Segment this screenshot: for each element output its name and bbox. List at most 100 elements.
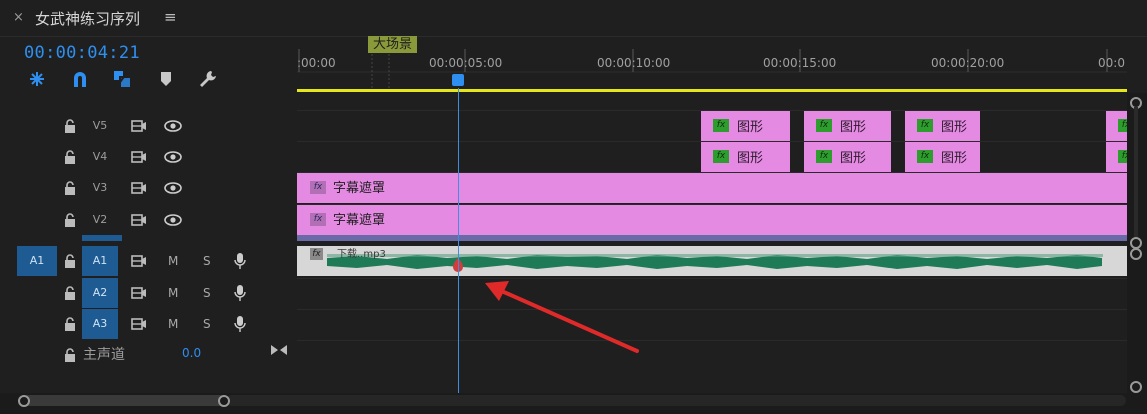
lock-icon[interactable]	[63, 347, 77, 363]
timeline-lanes[interactable]: fx 图形 fx 图形 fx 图形 fx fx 图形 fx 图形 fx 图形 fx fx 字幕…	[297, 93, 1134, 393]
master-volume-value[interactable]: 0.0	[182, 346, 201, 360]
lock-icon[interactable]	[63, 285, 77, 301]
track-header-a1: A1 M S	[0, 246, 297, 276]
clip-name: 图形	[941, 120, 968, 135]
mute-button[interactable]: M	[168, 254, 178, 268]
eye-icon[interactable]	[164, 119, 182, 133]
lock-icon[interactable]	[63, 180, 77, 196]
lock-icon[interactable]	[63, 212, 77, 228]
subtitle-mask-clip-v3[interactable]: fx 字幕遮罩	[297, 173, 1127, 203]
v1-clip-edge[interactable]	[297, 235, 1127, 241]
graphic-clip[interactable]: fx 图形	[905, 111, 980, 141]
graphic-clip[interactable]: fx 图形	[701, 142, 790, 172]
graphic-clip[interactable]: fx 图形	[804, 142, 891, 172]
vertical-scrollbar[interactable]	[1127, 93, 1147, 393]
sequence-marker[interactable]: 大场景	[368, 36, 418, 53]
playhead-line[interactable]	[458, 88, 459, 394]
playhead-timecode[interactable]: 00:00:04:21	[24, 43, 140, 63]
scroll-left-handle[interactable]	[18, 395, 30, 407]
track-header-a2: A2 M S	[0, 278, 297, 308]
annotation-arrow	[485, 281, 639, 353]
track-name-a2[interactable]: A2	[82, 278, 118, 308]
solo-button[interactable]: S	[203, 286, 211, 300]
track-header-v5: V5	[0, 111, 297, 141]
v1-track-target-edge	[82, 235, 122, 241]
ruler-label: 00:00:20:00	[931, 56, 1005, 70]
fx-badge: fx	[713, 150, 729, 163]
fx-badge: fx	[917, 150, 933, 163]
subtitle-mask-clip-v2[interactable]: fx 字幕遮罩	[297, 205, 1127, 235]
sync-lock-icon[interactable]	[131, 286, 147, 300]
scroll-track[interactable]	[226, 395, 1126, 406]
solo-button[interactable]: S	[203, 254, 211, 268]
sync-lock-icon[interactable]	[131, 119, 147, 133]
scroll-right-handle[interactable]	[218, 395, 230, 407]
track-name-v4[interactable]: V4	[82, 142, 118, 172]
eye-icon[interactable]	[164, 150, 182, 164]
track-name-v3[interactable]: V3	[82, 173, 118, 203]
sync-lock-icon[interactable]	[131, 150, 147, 164]
audio-waveform	[327, 254, 1103, 269]
eye-icon[interactable]	[164, 213, 182, 227]
microphone-icon[interactable]	[234, 284, 246, 302]
ruler-label: 00:00:10:00	[597, 56, 671, 70]
sync-lock-icon[interactable]	[131, 181, 147, 195]
track-name-a3[interactable]: A3	[82, 309, 118, 339]
graphic-clip[interactable]: fx	[1106, 142, 1134, 172]
close-icon[interactable]: ×	[13, 10, 24, 25]
microphone-icon[interactable]	[234, 315, 246, 333]
ruler-label: 00:00:15:00	[763, 56, 837, 70]
master-track-label: 主声道	[83, 347, 125, 363]
sync-lock-icon[interactable]	[131, 317, 147, 331]
graphic-clip[interactable]: fx	[1106, 111, 1134, 141]
ruler-label: 00:0	[1098, 56, 1125, 70]
track-header-a3: A3 M S	[0, 309, 297, 339]
video-scroll-track[interactable]	[1134, 107, 1138, 237]
ruler-label: :00:00	[297, 56, 336, 70]
ruler-label: 00:00:05:00	[429, 56, 503, 70]
time-ruler[interactable]: :00:00 00:00:05:00 00:00:10:00 00:00:15:…	[297, 36, 1127, 92]
track-name-v2[interactable]: V2	[82, 205, 118, 235]
snap-magnet-icon[interactable]	[68, 67, 92, 91]
playhead-handle[interactable]	[452, 74, 464, 86]
lock-icon[interactable]	[63, 253, 77, 269]
wrench-settings-icon[interactable]	[196, 67, 220, 91]
audio-scroll-bottom-handle[interactable]	[1130, 381, 1142, 393]
graphic-clip[interactable]: fx 图形	[905, 142, 980, 172]
graphic-clip[interactable]: fx 图形	[804, 111, 891, 141]
audio-scroll-top-handle[interactable]	[1130, 248, 1142, 260]
audio-clip-a1[interactable]: fx 下载..mp3	[297, 246, 1127, 276]
graphic-clip[interactable]: fx 图形	[701, 111, 790, 141]
work-area-bar[interactable]	[297, 89, 1127, 92]
track-name-a1[interactable]: A1	[82, 246, 118, 276]
insert-overwrite-icon[interactable]	[25, 67, 49, 91]
scroll-thumb[interactable]	[22, 395, 226, 406]
fx-badge: fx	[310, 248, 323, 260]
lock-icon[interactable]	[63, 316, 77, 332]
mute-button[interactable]: M	[168, 286, 178, 300]
track-header-v3: V3	[0, 173, 297, 203]
linked-selection-icon[interactable]	[110, 67, 134, 91]
fx-badge: fx	[816, 119, 832, 132]
panel-menu-icon[interactable]: ≡	[164, 8, 177, 26]
sequence-title: 女武神练习序列	[35, 10, 141, 28]
fx-badge: fx	[816, 150, 832, 163]
mute-button[interactable]: M	[168, 317, 178, 331]
solo-button[interactable]: S	[203, 317, 211, 331]
track-name-v5[interactable]: V5	[82, 111, 118, 141]
eye-icon[interactable]	[164, 181, 182, 195]
track-header-v2: V2	[0, 205, 297, 235]
lock-icon[interactable]	[63, 118, 77, 134]
clip-name: 字幕遮罩	[333, 181, 386, 196]
clip-name: 图形	[737, 151, 764, 166]
sync-lock-icon[interactable]	[131, 254, 147, 268]
fx-badge: fx	[310, 181, 326, 194]
add-marker-icon[interactable]	[154, 67, 178, 91]
microphone-icon[interactable]	[234, 252, 246, 270]
go-to-in-out-icon[interactable]	[271, 344, 287, 356]
lock-icon[interactable]	[63, 149, 77, 165]
clip-name: 图形	[840, 151, 867, 166]
clip-name: 图形	[840, 120, 867, 135]
clip-name: 图形	[941, 151, 968, 166]
sync-lock-icon[interactable]	[131, 213, 147, 227]
